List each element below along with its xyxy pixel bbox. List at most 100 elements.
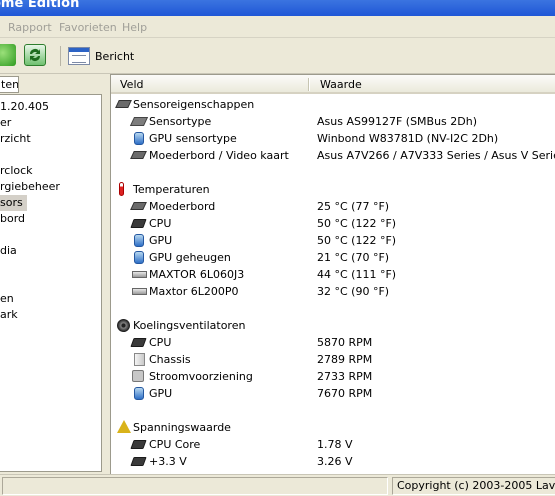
detail-row[interactable]: GPU 50 °C (122 °F) (111, 232, 555, 249)
detail-label: GPU (149, 387, 173, 400)
menu-tree-item[interactable]: dia (0, 243, 17, 259)
detail-label: Chassis (149, 353, 191, 366)
menu-tree-item[interactable]: sors (0, 195, 27, 211)
menu-tree-item[interactable]: rgiebeheer (0, 179, 60, 195)
thermometer-icon (119, 182, 124, 196)
detail-value: Winbond W83781D (NV-I2C 2Dh) (317, 132, 499, 145)
details-panel: Veld Waarde Sensoreigenschappen Sensortyp… (110, 74, 555, 474)
detail-row[interactable]: CPU 50 °C (122 °F) (111, 215, 555, 232)
menu-tree-item[interactable]: bord (0, 211, 25, 227)
copyright-text: Copyright (c) 2003-2005 Lavalys (397, 479, 555, 492)
detail-value: 50 °C (122 °F) (317, 234, 397, 247)
detail-value: 21 °C (70 °F) (317, 251, 390, 264)
section-header: Temperaturen (111, 181, 555, 198)
tab-menu[interactable]: ten (0, 76, 19, 93)
menu-help[interactable]: Help (122, 21, 147, 34)
detail-label: GPU (149, 234, 173, 247)
toolbar-separator (60, 46, 61, 66)
report-icon (68, 47, 90, 65)
section-header: Spanningswaarde (111, 419, 555, 436)
detail-value: 3.26 V (317, 455, 353, 468)
detail-value: Asus A7V266 / A7V333 Series / Asus V Ser… (317, 149, 555, 162)
gpu-icon (134, 132, 144, 145)
column-divider[interactable] (308, 78, 310, 91)
detail-row[interactable]: CPU Core 1.78 V (111, 436, 555, 453)
refresh-arrows-icon (30, 49, 40, 61)
detail-row[interactable]: Stroomvoorziening 2733 RPM (111, 368, 555, 385)
menu-bar: Rapport Favorieten Help (0, 16, 555, 38)
detail-value: 7670 RPM (317, 387, 373, 400)
detail-value: 1.78 V (317, 438, 353, 451)
menu-tree-item[interactable]: ark (0, 307, 18, 323)
gpu-icon (134, 251, 144, 264)
report-button[interactable]: Bericht (68, 44, 134, 68)
detail-label: GPU geheugen (149, 251, 231, 264)
detail-label: Sensortype (149, 115, 212, 128)
menu-tree[interactable]: 1.20.405 er rzicht rclock rgiebeheer sors bord… (0, 94, 102, 472)
report-button-label: Bericht (95, 49, 135, 63)
detail-row[interactable]: GPU geheugen 21 °C (70 °F) (111, 249, 555, 266)
detail-row[interactable]: Sensortype Asus AS99127F (SMBus 2Dh) (111, 113, 555, 130)
column-header-field[interactable]: Veld (120, 78, 143, 91)
section-title: Koelingsventilatoren (133, 319, 246, 332)
hard-drive-icon (132, 271, 147, 278)
detail-row[interactable]: +3.3 V 3.26 V (111, 453, 555, 470)
refresh-icon[interactable] (24, 44, 46, 66)
toolbar: Bericht (0, 38, 555, 74)
column-header-value[interactable]: Waarde (320, 78, 362, 91)
section-header: Koelingsventilatoren (111, 317, 555, 334)
detail-row[interactable]: CPU 5870 RPM (111, 334, 555, 351)
sensor-chip-icon (129, 117, 149, 126)
status-bar: Copyright (c) 2003-2005 Lavalys (0, 474, 555, 496)
title-bar: ome Edition (0, 0, 555, 16)
cpu-icon (130, 338, 147, 347)
section-title: Spanningswaarde (133, 421, 231, 434)
detail-value: 32 °C (90 °F) (317, 285, 390, 298)
detail-row[interactable]: GPU 7670 RPM (111, 385, 555, 402)
menu-rapport[interactable]: Rapport (8, 21, 52, 34)
detail-label: CPU Core (149, 438, 201, 451)
sensor-board-icon (115, 100, 132, 108)
cpu-icon (130, 219, 147, 228)
fan-icon (117, 319, 130, 332)
section-title: Sensoreigenschappen (133, 98, 255, 111)
menu-tree-item[interactable]: 1.20.405 (0, 99, 49, 115)
detail-row[interactable]: Chassis 2789 RPM (111, 351, 555, 368)
menu-tree-item[interactable]: en (0, 291, 14, 307)
section-header: Sensoreigenschappen (111, 96, 555, 113)
chassis-icon (134, 353, 145, 366)
detail-label: MAXTOR 6L060J3 (149, 268, 245, 281)
detail-row[interactable]: Moederbord / Video kaart Asus A7V266 / A7… (111, 147, 555, 164)
menu-tree-item[interactable]: rzicht (0, 131, 31, 147)
cpu-icon (130, 457, 147, 466)
detail-value: 25 °C (77 °F) (317, 200, 390, 213)
detail-value: 2789 RPM (317, 353, 373, 366)
detail-value: 2733 RPM (317, 370, 373, 383)
motherboard-icon (130, 151, 147, 159)
voltage-icon (117, 420, 131, 433)
menu-favorieten[interactable]: Favorieten (59, 21, 117, 34)
menu-tree-item[interactable]: rclock (0, 163, 33, 179)
power-supply-icon (132, 370, 144, 382)
hard-drive-icon (132, 288, 147, 295)
detail-row[interactable]: Moederbord 25 °C (77 °F) (111, 198, 555, 215)
menu-tree-item[interactable]: er (0, 115, 11, 131)
gpu-icon (134, 387, 144, 400)
detail-value: Asus AS99127F (SMBus 2Dh) (317, 115, 478, 128)
detail-label: +3.3 V (149, 455, 187, 468)
detail-value: 44 °C (111 °F) (317, 268, 397, 281)
detail-label: Stroomvoorziening (149, 370, 253, 383)
detail-label: Moederbord / Video kaart (149, 149, 289, 162)
detail-value: 50 °C (122 °F) (317, 217, 397, 230)
detail-label: Moederbord (149, 200, 216, 213)
detail-label: Maxtor 6L200P0 (149, 285, 239, 298)
detail-row[interactable]: GPU sensortype Winbond W83781D (NV-I2C 2D… (111, 130, 555, 147)
detail-row[interactable]: Maxtor 6L200P0 32 °C (90 °F) (111, 283, 555, 300)
detail-value: 5870 RPM (317, 336, 373, 349)
status-segment (2, 477, 388, 495)
gpu-icon (134, 234, 144, 247)
up-arrow-icon[interactable] (0, 44, 16, 66)
detail-label: CPU (149, 336, 172, 349)
detail-row[interactable]: MAXTOR 6L060J3 44 °C (111 °F) (111, 266, 555, 283)
motherboard-icon (130, 202, 147, 210)
